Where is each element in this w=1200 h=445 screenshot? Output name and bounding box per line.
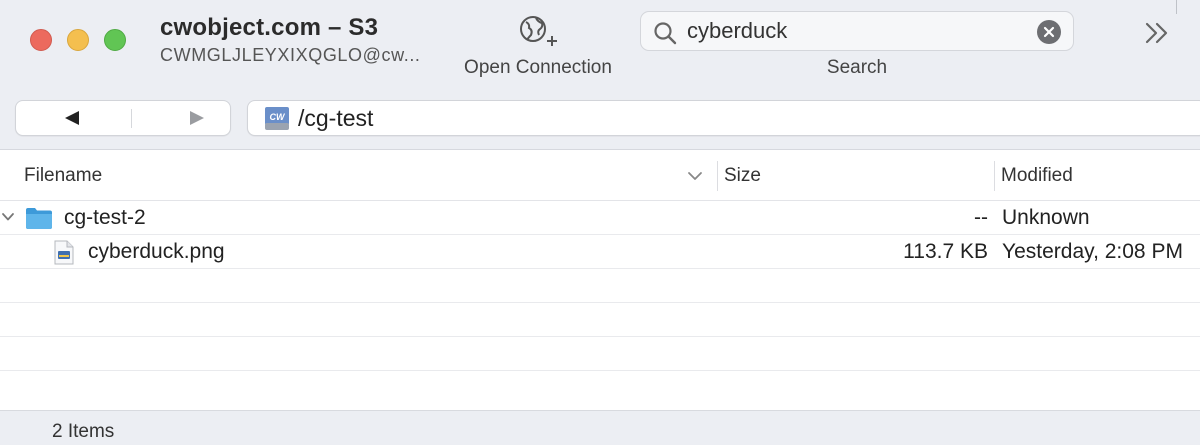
path-selector[interactable]: CW /cg-test — [247, 100, 1200, 136]
column-header: Filename Size Modified — [0, 151, 1200, 201]
file-modified: Yesterday, 2:08 PM — [1002, 240, 1183, 263]
close-window-button[interactable] — [30, 29, 52, 51]
clear-search-button[interactable] — [1037, 20, 1061, 44]
back-button[interactable] — [16, 101, 123, 135]
minimize-window-button[interactable] — [67, 29, 89, 51]
column-filename[interactable]: Filename — [24, 165, 102, 187]
column-divider[interactable] — [717, 161, 718, 191]
current-path: /cg-test — [298, 105, 374, 131]
title-toolbar: cwobject.com – S3 CWMGLJLEYXIXQGLO@cw...… — [0, 0, 1200, 150]
globe-plus-icon — [520, 16, 557, 46]
status-bar: 2 Items — [0, 410, 1200, 445]
window-subtitle: CWMGLJLEYXIXQGLO@cw... — [160, 45, 421, 65]
cw-drive-icon: CW — [265, 107, 289, 130]
forward-button[interactable] — [124, 101, 231, 135]
item-count: 2 Items — [52, 421, 115, 442]
search-label: Search — [826, 57, 888, 78]
window-title: cwobject.com – S3 — [160, 14, 379, 41]
search-field[interactable] — [640, 11, 1074, 51]
search-icon — [654, 22, 677, 45]
file-size: -- — [974, 206, 988, 229]
empty-row — [0, 269, 1200, 303]
table-row[interactable]: cyberduck.png 113.7 KB Yesterday, 2:08 P… — [0, 235, 1200, 269]
column-divider[interactable] — [994, 161, 995, 191]
empty-row — [0, 303, 1200, 337]
zoom-window-button[interactable] — [104, 29, 126, 51]
table-row[interactable]: cg-test-2 -- Unknown — [0, 201, 1200, 235]
open-connection-label: Open Connection — [464, 57, 612, 78]
chevron-down-icon[interactable] — [686, 169, 704, 183]
disclosure-triangle-icon[interactable] — [1, 210, 15, 224]
folder-icon — [26, 208, 52, 229]
toolbar-divider — [1176, 0, 1177, 14]
empty-row — [0, 371, 1200, 405]
search-input[interactable] — [687, 16, 1027, 46]
back-forward-control — [15, 100, 231, 136]
image-file-icon — [54, 240, 74, 265]
chevrons-right-icon[interactable] — [1142, 20, 1172, 46]
file-name: cg-test-2 — [64, 206, 146, 229]
file-size: 113.7 KB — [903, 240, 988, 263]
triangle-left-icon — [65, 111, 79, 125]
close-icon — [1043, 26, 1055, 38]
file-name: cyberduck.png — [88, 240, 225, 263]
column-size[interactable]: Size — [724, 165, 761, 187]
search-control — [640, 11, 1074, 51]
column-modified[interactable]: Modified — [1001, 165, 1073, 187]
svg-text:CW: CW — [270, 112, 286, 122]
open-connection-button[interactable]: Open Connection — [448, 12, 628, 82]
triangle-right-icon — [190, 111, 204, 125]
file-modified: Unknown — [1002, 206, 1090, 229]
empty-row — [0, 337, 1200, 371]
